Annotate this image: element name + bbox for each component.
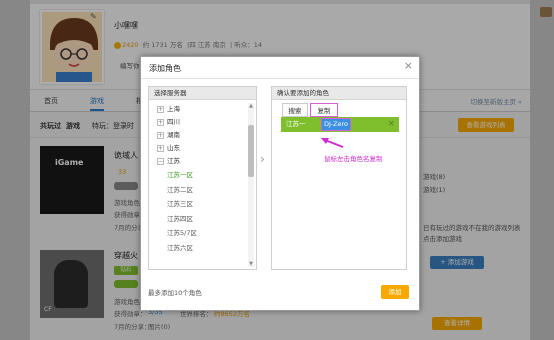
tab-copy[interactable]: 复制 [310,103,338,117]
tree-node-hunan[interactable]: + 湖南 [149,129,247,142]
server-item[interactable]: 江苏六区 [149,241,247,256]
expand-icon[interactable]: + [157,106,164,113]
tree-node-label: 湖南 [167,131,180,139]
close-icon[interactable]: × [404,60,413,72]
scroll-down-icon[interactable]: ▼ [248,261,254,267]
server-item-selected[interactable]: 江苏一区 [149,168,247,183]
dialog-title: 添加角色 [149,64,181,73]
tree-node-shanghai[interactable]: + 上海 [149,103,247,116]
collapse-icon[interactable]: − [157,158,164,165]
server-scrollbar[interactable]: ▲ ▼ [248,103,254,267]
expand-icon[interactable]: + [157,145,164,152]
server-item[interactable]: 江苏四区 [149,212,247,227]
server-tree: + 上海 + 四川 + 湖南 + 山东 − 江苏 江苏一区 江苏二区 江苏三区 江苏四区 … [149,103,247,255]
server-select-panel: 选择服务器 + 上海 + 四川 + 湖南 + 山东 − 江苏 江苏一区 江苏二区 江苏三区… [148,86,257,270]
server-panel-header: 选择服务器 [149,87,256,100]
server-item[interactable]: 江苏5/7区 [149,226,247,241]
expand-icon[interactable]: + [157,132,164,139]
remove-role-icon[interactable]: × [387,117,395,132]
chevron-right-icon: › [260,152,265,166]
max-roles-note: 最多添加10个角色 [148,289,202,297]
role-panel-header: 确认要添加的角色 [272,87,406,100]
tree-node-label: 四川 [167,118,180,126]
role-name[interactable]: DJ-Zero [321,118,351,131]
add-button[interactable]: 添加 [381,285,409,299]
add-role-dialog: 添加角色 × 选择服务器 + 上海 + 四川 + 湖南 + 山东 − 江苏 江苏一区 江苏… [140,56,420,311]
tree-node-shandong[interactable]: + 山东 [149,142,247,155]
server-item[interactable]: 江苏三区 [149,197,247,212]
tree-node-jiangsu[interactable]: − 江苏 [149,155,247,168]
tree-node-sichuan[interactable]: + 四川 [149,116,247,129]
tree-node-label: 江苏 [167,157,180,165]
scroll-up-icon[interactable]: ▲ [248,103,254,109]
scroll-thumb[interactable] [248,125,254,177]
server-item[interactable]: 江苏二区 [149,183,247,198]
tree-node-label: 上海 [167,105,180,113]
expand-icon[interactable]: + [157,119,164,126]
copy-hint: 鼠标左击角色名复制 [324,155,383,163]
tab-search[interactable]: 搜索 [282,103,308,117]
confirm-role-panel: 确认要添加的角色 搜索 复制 [271,86,407,270]
role-server: 江苏一 [286,120,306,128]
callout-arrow-icon [321,138,344,148]
role-row: 江苏一 DJ-Zero × [281,117,399,132]
tree-node-label: 山东 [167,144,180,152]
divider [141,78,419,79]
